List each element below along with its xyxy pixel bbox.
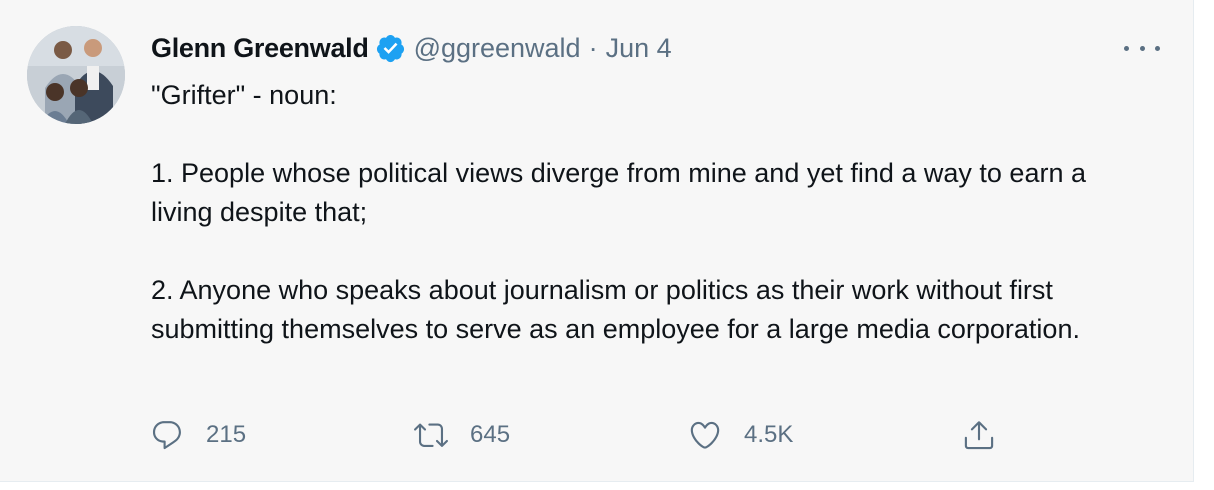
reply-icon: [152, 421, 181, 450]
tweet-actions: 215 645 4.5K: [150, 415, 1030, 455]
profile-photo: [27, 26, 125, 124]
more-dot: [1139, 45, 1145, 51]
share-icon: [964, 421, 994, 450]
tweet-text-spacer: [151, 115, 1151, 154]
more-dot: [1124, 45, 1129, 51]
tweet-card[interactable]: Glenn Greenwald @ggreenwald · Jun 4 "Gri…: [0, 0, 1194, 482]
tweet-text: "Grifter" - noun: 1. People whose politi…: [151, 76, 1151, 349]
display-name[interactable]: Glenn Greenwald: [151, 33, 369, 64]
heart-icon: [690, 421, 720, 449]
tweet-text-spacer: [151, 232, 1151, 271]
tweet-header: Glenn Greenwald @ggreenwald · Jun 4: [151, 30, 672, 66]
reply-count: 215: [206, 421, 247, 448]
retweet-button[interactable]: 645: [414, 415, 510, 455]
tweet-date[interactable]: Jun 4: [606, 33, 672, 64]
more-dot: [1155, 45, 1160, 51]
tweet-text-paragraph: 2. Anyone who speaks about journalism or…: [151, 275, 1080, 344]
tweet-text-line: "Grifter" - noun:: [151, 80, 337, 110]
reply-button[interactable]: 215: [150, 415, 246, 455]
share-button[interactable]: [962, 415, 996, 455]
retweet-icon: [414, 423, 448, 447]
separator-dot: ·: [588, 32, 598, 63]
user-handle[interactable]: @ggreenwald: [414, 33, 581, 64]
retweet-count: 645: [470, 421, 511, 448]
like-button[interactable]: 4.5K: [688, 415, 793, 455]
like-count: 4.5K: [744, 421, 794, 448]
verified-badge-icon: [375, 33, 406, 64]
avatar[interactable]: [27, 26, 125, 124]
tweet-text-paragraph: 1. People whose political views diverge …: [151, 158, 1094, 227]
more-icon[interactable]: [1124, 36, 1160, 60]
